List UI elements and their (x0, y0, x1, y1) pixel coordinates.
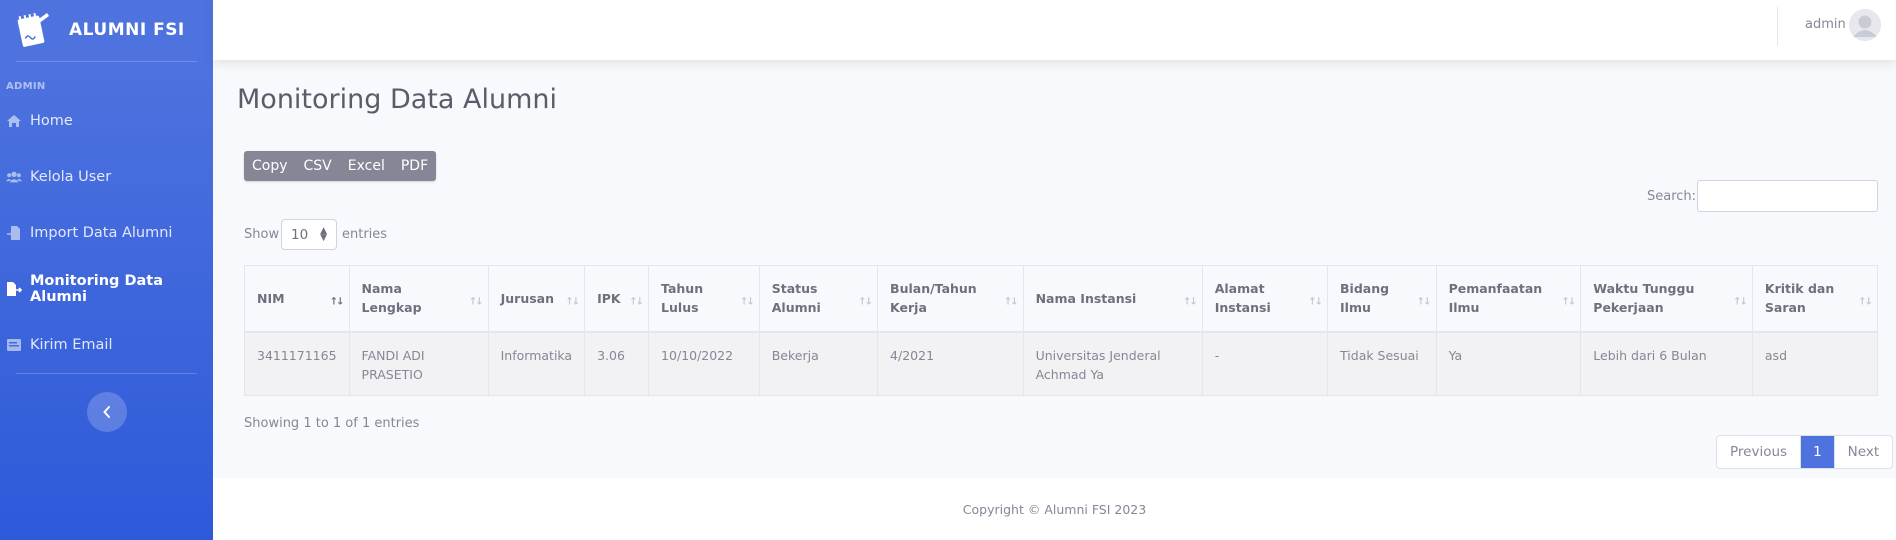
column-header-jurusan[interactable]: Jurusan ↑↓ (487, 265, 586, 333)
table-info: Showing 1 to 1 of 1 entries (244, 416, 420, 431)
csv-button[interactable]: CSV (296, 151, 340, 181)
pdf-button[interactable]: PDF (393, 151, 436, 181)
excel-button[interactable]: Excel (340, 151, 393, 181)
table-cell: Informatika (487, 331, 586, 396)
sidebar-item-import-data-alumni[interactable]: Import Data Alumni (0, 205, 213, 261)
sort-icon: ↑↓ (1733, 296, 1748, 308)
home-icon (6, 113, 22, 129)
column-header-bidang-ilmu[interactable]: Bidang Ilmu ↑↓ (1327, 265, 1437, 333)
sidebar-item-monitoring-data-alumni[interactable]: Monitoring Data Alumni (0, 261, 213, 317)
notebook-logo-icon (12, 10, 52, 50)
alumni-table: NIM ↑↓ Nama Lengkap ↑↓ Jurusan ↑↓ IPK ↑↓ Tah… (244, 265, 1879, 396)
table-row: 3411171165 FANDI ADI PRASETIO Informatika… (244, 331, 1879, 396)
file-import-icon (6, 225, 22, 241)
sort-icon: ↑↓ (1003, 296, 1019, 308)
sort-icon: ↑↓ (1561, 296, 1577, 308)
sort-icon: ↑↓ (858, 296, 873, 308)
chevron-left-icon (102, 403, 111, 422)
previous-page-button[interactable]: Previous (1717, 436, 1800, 468)
page-title: Monitoring Data Alumni (237, 84, 558, 115)
table-cell: 3411171165 (244, 331, 350, 396)
entries-label: entries (342, 227, 388, 242)
table-cell: Tidak Sesuai (1327, 331, 1437, 396)
column-header-status-alumni[interactable]: Status Alumni ↑↓ (758, 265, 879, 333)
sidebar-toggle-button[interactable] (86, 392, 127, 432)
column-header-waktu-tunggu-pekerjaan[interactable]: Waktu Tunggu Pekerjaan ↑↓ (1580, 265, 1753, 333)
table-cell: Lebih dari 6 Bulan (1580, 331, 1753, 396)
table-cell: 4/2021 (877, 331, 1024, 396)
sort-icon: ↑↓ (739, 296, 755, 308)
sort-icon: ↑↓ (565, 296, 580, 308)
sort-icon: ↑↓ (1858, 296, 1873, 308)
table-cell: 3.06 (584, 331, 650, 396)
file-export-icon (6, 281, 22, 297)
show-label: Show (244, 227, 280, 242)
sort-icon: ↑↓ (468, 296, 484, 308)
column-header-nim[interactable]: NIM ↑↓ (244, 265, 350, 333)
email-icon (6, 337, 22, 353)
sidebar-item-kelola-user[interactable]: Kelola User (0, 149, 213, 205)
sidebar-item-kirim-email[interactable]: Kirim Email (0, 317, 213, 373)
sidebar-item-label: Home (30, 113, 73, 129)
table-cell: - (1201, 331, 1329, 396)
sidebar: ALUMNI FSI ADMIN Home Kelola User Import… (0, 0, 213, 540)
topbar: admin (213, 0, 1896, 60)
user-avatar-icon[interactable] (1849, 9, 1881, 41)
sort-icon: ↑↓ (1416, 296, 1432, 308)
column-header-pemanfaatan-ilmu[interactable]: Pemanfaatan Ilmu ↑↓ (1435, 265, 1582, 333)
brand[interactable]: ALUMNI FSI (0, 0, 213, 60)
column-header-kritik-dan-saran[interactable]: Kritik dan Saran ↑↓ (1751, 265, 1879, 333)
table-cell: asd (1751, 331, 1879, 396)
page-size-select[interactable]: 10 ▲ ▼ (281, 219, 337, 250)
sort-icon: ↑↓ (629, 296, 644, 308)
column-header-tahun-lulus[interactable]: Tahun Lulus ↑↓ (648, 265, 760, 333)
topbar-divider (1777, 7, 1778, 46)
page-size-value: 10 (291, 226, 309, 243)
table-cell: Universitas Jenderal Achmad Ya (1022, 331, 1203, 396)
column-header-alamat-instansi[interactable]: Alamat Instansi ↑↓ (1201, 265, 1329, 333)
table-cell: FANDI ADI PRASETIO (348, 331, 489, 396)
copyright-text: Copyright © Alumni FSI 2023 (962, 501, 1147, 517)
table-cell: Bekerja (758, 331, 879, 396)
sidebar-item-home[interactable]: Home (0, 93, 213, 149)
sidebar-item-label: Kelola User (30, 169, 112, 185)
users-icon (6, 169, 22, 185)
column-header-nama-lengkap[interactable]: Nama Lengkap ↑↓ (348, 265, 489, 333)
sort-icon: ↑↓ (1182, 296, 1198, 308)
pagination: Previous 1 Next (1716, 435, 1894, 469)
copy-button[interactable]: Copy (244, 151, 296, 181)
user-name[interactable]: admin (1805, 17, 1846, 32)
table-header-row: NIM ↑↓ Nama Lengkap ↑↓ Jurusan ↑↓ IPK ↑↓ Tah… (244, 265, 1879, 333)
sort-icon: ↑↓ (1308, 296, 1323, 308)
next-page-button[interactable]: Next (1833, 436, 1892, 468)
sidebar-heading: ADMIN (6, 81, 46, 92)
sort-caret-icon: ▲ ▼ (320, 226, 327, 243)
page-1-button[interactable]: 1 (1800, 436, 1834, 468)
search-label: Search: (1647, 189, 1697, 204)
sidebar-item-label: Kirim Email (30, 337, 113, 353)
sidebar-item-label: Import Data Alumni (30, 225, 173, 241)
sidebar-item-label: Monitoring Data Alumni (30, 273, 163, 305)
sort-icon: ↑↓ (329, 296, 345, 308)
export-button-group: Copy CSV Excel PDF (244, 151, 437, 181)
table-cell: Ya (1435, 331, 1582, 396)
column-header-bulan-tahun-kerja[interactable]: Bulan/Tahun Kerja ↑↓ (877, 265, 1024, 333)
table-cell: 10/10/2022 (648, 331, 760, 396)
footer: Copyright © Alumni FSI 2023 (213, 478, 1896, 540)
column-header-nama-instansi[interactable]: Nama Instansi ↑↓ (1022, 265, 1203, 333)
column-header-ipk[interactable]: IPK ↑↓ (584, 265, 650, 333)
search-input[interactable] (1697, 180, 1878, 212)
brand-name: ALUMNI FSI (69, 20, 185, 40)
